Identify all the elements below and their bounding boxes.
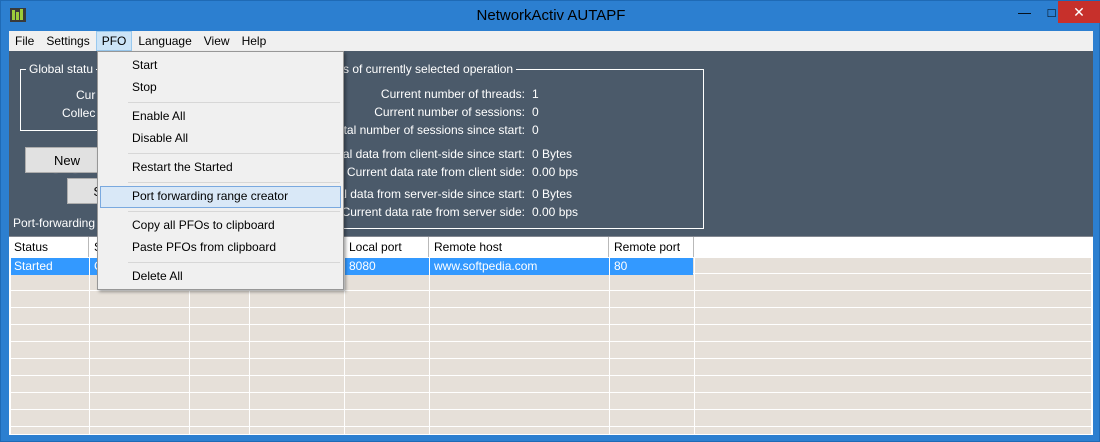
menu-separator [128,262,340,263]
table-row-empty [11,360,1091,376]
global-status-title: Global statu [26,62,97,76]
col-divider [89,258,90,434]
table-row-empty [11,326,1091,342]
stat-label: Total data from server-side since start: [321,187,525,201]
stat-value: 0 Bytes [532,187,573,201]
stat-value: 0.00 bps [532,205,579,219]
menu-file[interactable]: File [9,31,40,51]
col-divider [429,258,430,434]
stat-row: Total data from client-side since start:… [310,147,630,163]
col-divider [694,258,695,434]
cell-status: Started [14,259,53,273]
table-row-empty [11,411,1091,427]
stat-value: 0 [532,123,539,137]
stat-value: 0 Bytes [532,147,573,161]
stat-row: Total data from server-side since start:… [310,187,630,203]
pfo-dropdown-menu: Start Stop Enable All Disable All Restar… [97,51,344,290]
stat-label: Current number of sessions: [374,105,525,119]
stat-row: Total number of sessions since start: 0 [310,123,630,139]
stat-row: Current number of sessions: 0 [310,105,630,121]
operation-stats-group: s of currently selected operation Curren… [309,62,704,229]
menu-restart-started[interactable]: Restart the Started [100,157,341,179]
operation-stats-title: s of currently selected operation [340,62,517,76]
cell-remote-port: 80 [614,259,628,273]
stat-label: Current number of threads: [380,87,525,101]
minimize-button[interactable]: — [1011,1,1038,23]
menu-delete-all[interactable]: Delete All [100,266,341,288]
close-button[interactable]: ✕ [1058,1,1100,23]
col-remote-port[interactable]: Remote port [609,237,694,257]
menu-view[interactable]: View [198,31,236,51]
table-row-empty [11,377,1091,393]
cell-local-port: 8080 [349,259,376,273]
stat-row: Current number of threads: 1 [310,87,630,103]
menu-paste-pfos[interactable]: Paste PFOs from clipboard [100,237,341,259]
cell-remote-host: www.softpedia.com [434,259,538,273]
menu-separator [128,102,340,103]
app-window: NetworkActiv AUTAPF — □ ✕ File Settings … [0,0,1100,442]
col-local-port[interactable]: Local port [344,237,429,257]
menu-settings[interactable]: Settings [40,31,95,51]
menu-separator [128,182,340,183]
menu-separator [128,153,340,154]
stat-row: Current data rate from server side: 0.00… [310,205,630,221]
global-status-line-1: Cur [76,88,96,102]
col-remote-host[interactable]: Remote host [429,237,609,257]
menu-enable-all[interactable]: Enable All [100,106,341,128]
table-row-empty [11,309,1091,325]
stat-label: Total number of sessions since start: [330,123,525,137]
title-bar[interactable]: NetworkActiv AUTAPF — □ ✕ [1,1,1100,31]
menu-pfo[interactable]: PFO [95,31,133,51]
menu-start[interactable]: Start [100,55,341,77]
menu-disable-all[interactable]: Disable All [100,128,341,150]
stat-label: Total data from client-side since start: [326,147,525,161]
table-row-empty [11,343,1091,359]
global-status-line-2: Collec [62,106,96,120]
menu-language[interactable]: Language [132,31,197,51]
menu-copy-pfos[interactable]: Copy all PFOs to clipboard [100,215,341,237]
stat-value: 0.00 bps [532,165,579,179]
table-row-empty [11,292,1091,308]
port-forwarding-label: Port-forwarding [13,216,96,230]
stat-value: 1 [532,87,539,101]
menu-separator [128,211,340,212]
table-row-empty [11,394,1091,410]
stat-row: Current data rate from client side: 0.00… [310,165,630,181]
window-title: NetworkActiv AUTAPF [476,7,626,24]
menu-help[interactable]: Help [236,31,273,51]
stat-label: Current data rate from server side: [341,205,525,219]
stat-label: Current data rate from client side: [346,165,525,179]
col-divider [609,258,610,434]
menu-bar: File Settings PFO Language View Help [9,31,1093,51]
menu-stop[interactable]: Stop [100,77,341,99]
col-status[interactable]: Status [9,237,89,257]
col-divider [344,258,345,434]
menu-port-forwarding-range-creator[interactable]: Port forwarding range creator [100,186,341,208]
stat-value: 0 [532,105,539,119]
